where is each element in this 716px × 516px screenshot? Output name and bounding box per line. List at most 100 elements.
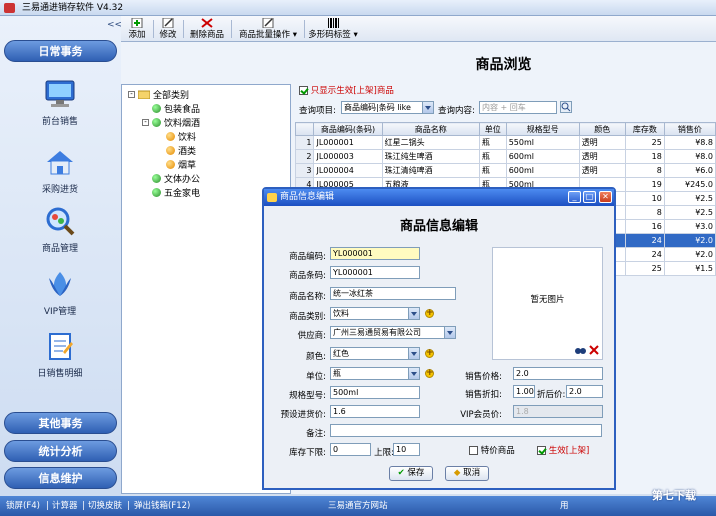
vip-price-input[interactable]: 1.8	[513, 405, 603, 418]
add-button[interactable]: 添加	[126, 18, 148, 40]
sidebar-item-daily-sales[interactable]: 日销售明细	[14, 330, 106, 379]
minimize-button[interactable]: _	[568, 191, 581, 203]
column-header[interactable]: 商品编码(条码)	[313, 122, 383, 136]
add-unit-icon[interactable]: +	[425, 369, 434, 378]
stock-high-label: 上限:	[374, 448, 394, 458]
close-button[interactable]: ✕	[599, 191, 612, 203]
unit-select[interactable]: 瓶	[330, 367, 420, 380]
special-offer-checkbox[interactable]: 特价商品	[469, 444, 515, 456]
table-row[interactable]: 2 JL000003 珠江纯生啤酒瓶 600ml 透明 18 ¥8.0	[294, 149, 716, 164]
table-cell: 瓶	[478, 163, 507, 178]
tree-node-hardware[interactable]: 五金家电	[152, 186, 200, 199]
discount-label: 销售折扣:	[465, 390, 502, 400]
category-select[interactable]: 饮料	[330, 307, 420, 320]
barcode-label-button[interactable]: 多形码标签 ▾	[307, 18, 359, 40]
chevron-down-icon	[422, 102, 433, 113]
table-cell: 珠江清纯啤酒	[381, 163, 480, 178]
sidebar-item-pos-sales[interactable]: 前台销售	[14, 78, 106, 127]
table-cell: 透明	[578, 149, 626, 164]
tree-node-stationery[interactable]: 文体办公	[152, 172, 200, 185]
sidebar-item-product-management[interactable]: 商品管理	[14, 205, 106, 254]
dialog-titlebar: 商品信息编辑 _ □ ✕	[264, 189, 614, 206]
column-header[interactable]: 库存数	[624, 122, 665, 136]
tree-node-packaged-food[interactable]: 包装食品	[152, 102, 200, 115]
dialog-heading: 商品信息编辑	[399, 219, 478, 234]
stock-low-input[interactable]: 0	[330, 443, 371, 456]
add-color-icon[interactable]: +	[425, 349, 434, 358]
cost-input[interactable]: 1.6	[330, 405, 420, 418]
calculator-link[interactable]: 计算器	[52, 496, 78, 516]
chevron-down-icon	[408, 368, 419, 379]
active-checkbox[interactable]: 生效[上架]	[537, 444, 589, 456]
sale-price-label: 销售价格:	[465, 372, 502, 382]
sidebar-item-vip[interactable]: VIP管理	[14, 268, 106, 317]
stock-high-input[interactable]: 10	[393, 443, 420, 456]
column-header[interactable]: 规格型号	[505, 122, 580, 136]
tree-node-drinks[interactable]: 饮料	[166, 130, 196, 143]
tree-node-liquor[interactable]: 酒类	[166, 144, 196, 157]
delete-product-button[interactable]: 删除商品	[187, 18, 227, 40]
official-website-link[interactable]: 三易通官方网站	[328, 496, 388, 516]
edit-button[interactable]: 修改	[157, 18, 179, 40]
name-input[interactable]: 统一冰红茶	[330, 287, 456, 300]
query-field-select[interactable]: 商品编码|条码 like	[341, 101, 434, 114]
table-cell: 瓶	[478, 135, 507, 150]
query-content-input[interactable]: 内容 + 回车	[479, 101, 557, 114]
cancel-button[interactable]: ◆ 取消	[445, 466, 489, 481]
search-button[interactable]	[560, 101, 572, 113]
supplier-select[interactable]: 广州三易通贸易有限公司	[330, 326, 456, 339]
table-cell: 600ml	[505, 163, 580, 178]
status-user-text: 用	[560, 501, 569, 511]
no-image-text: 暂无图片	[530, 295, 565, 305]
switch-skin-link[interactable]: 切换皮肤	[88, 496, 122, 516]
toolbar: 添加 修改 删除商品 商品批量操作 ▾ 多形码标签 ▾	[121, 16, 716, 42]
table-cell: 18	[624, 149, 665, 164]
table-cell: ¥3.0	[663, 219, 716, 234]
nav-daily-tasks[interactable]: 日常事务	[4, 40, 117, 62]
barcode-input[interactable]: YL000001	[330, 266, 420, 279]
toolbar-separator	[183, 20, 184, 38]
table-cell: JL000004	[313, 163, 383, 178]
subcategory-icon	[166, 146, 175, 155]
spec-input[interactable]: 500ml	[330, 386, 420, 399]
collapse-sidebar-button[interactable]: <<	[107, 20, 122, 30]
table-row[interactable]: 3 JL000004 珠江清纯啤酒瓶 600ml 透明 8 ¥6.0	[294, 163, 716, 178]
lock-screen-link[interactable]: 锁屏(F4)	[6, 496, 40, 516]
sale-price-input[interactable]: 2.0	[513, 367, 603, 380]
tree-node-tobacco[interactable]: 烟草	[166, 158, 196, 171]
tree-node-root[interactable]: - 全部类别	[128, 88, 189, 101]
nav-statistics[interactable]: 统计分析	[4, 440, 117, 462]
open-cash-drawer-link[interactable]: 弹出钱箱(F12)	[134, 496, 190, 516]
column-header[interactable]: 颜色	[578, 122, 626, 136]
add-category-icon[interactable]: +	[425, 309, 434, 318]
table-row[interactable]: 1 JL000001 红星二锅头瓶 550ml 透明 25 ¥8.8	[294, 135, 716, 150]
table-cell: 25	[624, 135, 665, 150]
remark-input[interactable]	[330, 424, 602, 437]
supplier-label: 供应商:	[297, 331, 326, 341]
column-header[interactable]: 商品名称	[381, 122, 480, 136]
discount-input[interactable]: 1.00	[513, 385, 535, 398]
column-header[interactable]: 销售价	[663, 122, 716, 136]
after-discount-input[interactable]: 2.0	[566, 385, 603, 398]
only-active-checkbox[interactable]: 只显示生效[上架]商品	[299, 84, 394, 96]
table-cell: JL000003	[313, 149, 383, 164]
column-header[interactable]	[294, 122, 315, 136]
table-cell: ¥2.0	[663, 233, 716, 248]
code-input[interactable]: YL000001	[330, 247, 420, 260]
tree-node-beverages-tobacco[interactable]: - 饮料烟酒	[142, 116, 200, 129]
product-image-box[interactable]: 暂无图片	[492, 247, 603, 360]
batch-operations-button[interactable]: 商品批量操作 ▾	[235, 18, 301, 40]
sidebar-item-label: VIP管理	[43, 307, 77, 317]
sidebar-item-purchase[interactable]: 采购进货	[14, 146, 106, 195]
color-select[interactable]: 红色	[330, 347, 420, 360]
maximize-button[interactable]: □	[583, 191, 596, 203]
column-header[interactable]: 单位	[478, 122, 507, 136]
nav-info-maintenance[interactable]: 信息维护	[4, 467, 117, 489]
browse-title: 商品浏览	[475, 57, 532, 73]
table-cell: ¥245.0	[663, 177, 716, 192]
nav-other-tasks[interactable]: 其他事务	[4, 412, 117, 434]
delete-image-icon[interactable]	[589, 345, 599, 355]
binoculars-icon[interactable]	[575, 346, 586, 355]
category-icon	[152, 104, 161, 113]
save-button[interactable]: ✔ 保存	[389, 466, 433, 481]
